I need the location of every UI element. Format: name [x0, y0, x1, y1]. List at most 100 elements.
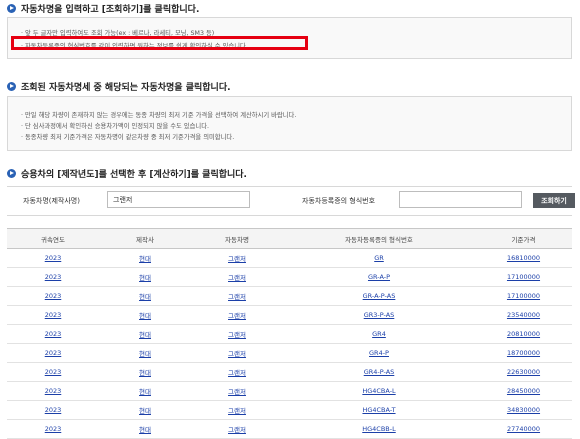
table-cell: GR4 — [283, 324, 475, 344]
car-name-link[interactable]: 그랜저 — [228, 426, 246, 434]
car-name-link[interactable]: 그랜저 — [228, 293, 246, 301]
table-cell: 현대 — [99, 419, 191, 439]
model-no-link[interactable]: HG4CBA-T — [362, 406, 395, 414]
table-row: 2023 현대 그랜저 GR4 20810000 — [7, 324, 572, 344]
col-header-model-no: 자동차등록증의 형식번호 — [283, 228, 475, 249]
col-header-maker: 제작사 — [99, 228, 191, 249]
price-link[interactable]: 22630000 — [507, 368, 540, 376]
year-link[interactable]: 2023 — [45, 273, 62, 281]
table-cell: 28450000 — [475, 381, 572, 401]
table-cell: GR4-P-AS — [283, 362, 475, 382]
section2-note-2: · 단 심사과정에서 확인하신 승용차가액이 인정되지 않을 수도 있습니다. — [21, 123, 210, 130]
model-no-link[interactable]: GR4-P-AS — [364, 368, 395, 376]
year-link[interactable]: 2023 — [45, 292, 62, 300]
price-link[interactable]: 28450000 — [507, 387, 540, 395]
circle-arrow-icon — [7, 4, 16, 13]
car-name-link[interactable]: 그랜저 — [228, 255, 246, 263]
year-link[interactable]: 2023 — [45, 425, 62, 433]
model-no-link[interactable]: HG4CBA-L — [362, 387, 395, 395]
car-name-link[interactable]: 그랜저 — [228, 369, 246, 377]
table-cell: 그랜저 — [191, 343, 283, 363]
price-link[interactable]: 17100000 — [507, 292, 540, 300]
table-cell: HG4CBA-L — [283, 381, 475, 401]
car-name-link[interactable]: 그랜저 — [228, 350, 246, 358]
year-link[interactable]: 2023 — [45, 254, 62, 262]
car-name-link[interactable]: 그랜저 — [228, 407, 246, 415]
table-cell: 17100000 — [475, 286, 572, 306]
model-no-link[interactable]: HG4CBB-L — [362, 425, 395, 433]
table-cell: 현대 — [99, 381, 191, 401]
price-link[interactable]: 34830000 — [507, 406, 540, 414]
table-cell: 그랜저 — [191, 400, 283, 420]
maker-link[interactable]: 현대 — [139, 274, 151, 282]
year-link[interactable]: 2023 — [45, 311, 62, 319]
maker-link[interactable]: 현대 — [139, 293, 151, 301]
section2-heading: 조회된 자동차명세 중 해당되는 자동차명을 클릭합니다. — [7, 80, 231, 93]
table-cell: 그랜저 — [191, 324, 283, 344]
maker-link[interactable]: 현대 — [139, 350, 151, 358]
car-name-link[interactable]: 그랜저 — [228, 274, 246, 282]
car-name-input[interactable] — [107, 191, 250, 208]
search-form: 자동차명(제작사명) 자동차등록증의 형식번호 조회하기 — [7, 186, 575, 216]
car-name-label: 자동차명(제작사명) — [23, 197, 80, 205]
year-link[interactable]: 2023 — [45, 349, 62, 357]
search-button[interactable]: 조회하기 — [533, 193, 575, 208]
maker-link[interactable]: 현대 — [139, 255, 151, 263]
table-cell: 그랜저 — [191, 248, 283, 268]
table-cell: 그랜저 — [191, 305, 283, 325]
section2-notes-box: · 만일 해당 차량이 존재하지 않는 경우에는 동종 차량의 최저 기준 가격… — [7, 96, 572, 151]
model-no-link[interactable]: GR — [374, 254, 384, 262]
maker-link[interactable]: 현대 — [139, 426, 151, 434]
section2-note-1: · 만일 해당 차량이 존재하지 않는 경우에는 동종 차량의 최저 기준 가격… — [21, 112, 297, 119]
table-cell: 2023 — [7, 305, 99, 325]
price-link[interactable]: 20810000 — [507, 330, 540, 338]
table-cell: GR-A-P — [283, 267, 475, 287]
table-row: 2023 현대 그랜저 GR4-P-AS 22630000 — [7, 362, 572, 382]
price-link[interactable]: 18700000 — [507, 349, 540, 357]
table-row: 2023 현대 그랜저 GR 16810000 — [7, 248, 572, 268]
model-no-input[interactable] — [399, 191, 522, 208]
maker-link[interactable]: 현대 — [139, 388, 151, 396]
year-link[interactable]: 2023 — [45, 368, 62, 376]
maker-link[interactable]: 현대 — [139, 331, 151, 339]
model-no-link[interactable]: GR-A-P — [368, 273, 390, 281]
maker-link[interactable]: 현대 — [139, 369, 151, 377]
table-cell: GR4-P — [283, 343, 475, 363]
table-cell: 2023 — [7, 248, 99, 268]
col-header-price: 기준가격 — [475, 228, 572, 249]
car-name-link[interactable]: 그랜저 — [228, 388, 246, 396]
table-cell: GR — [283, 248, 475, 268]
table-cell: 그랜저 — [191, 267, 283, 287]
table-cell: 2023 — [7, 400, 99, 420]
model-no-link[interactable]: GR4-P — [369, 349, 389, 357]
year-link[interactable]: 2023 — [45, 330, 62, 338]
table-row: 2023 현대 그랜저 HG4CBB-L 27740000 — [7, 419, 572, 439]
maker-link[interactable]: 현대 — [139, 407, 151, 415]
price-link[interactable]: 17100000 — [507, 273, 540, 281]
table-row: 2023 현대 그랜저 HG4CBA-T 34830000 — [7, 400, 572, 420]
section1-title: 자동차명을 입력하고 [조회하기]를 클릭합니다. — [21, 5, 200, 15]
table-cell: 2023 — [7, 419, 99, 439]
car-name-link[interactable]: 그랜저 — [228, 312, 246, 320]
table-cell: 22630000 — [475, 362, 572, 382]
maker-link[interactable]: 현대 — [139, 312, 151, 320]
col-header-year: 귀속연도 — [7, 228, 99, 249]
table-cell: 2023 — [7, 362, 99, 382]
model-no-link[interactable]: GR4 — [372, 330, 386, 338]
price-link[interactable]: 23540000 — [507, 311, 540, 319]
table-row: 2023 현대 그랜저 GR4-P 18700000 — [7, 343, 572, 363]
results-table: 귀속연도 제작사 자동차명 자동차등록증의 형식번호 기준가격 2023 현대 그랜… — [7, 228, 572, 439]
table-cell: 현대 — [99, 248, 191, 268]
table-cell: 2023 — [7, 324, 99, 344]
model-no-link[interactable]: GR-A-P-AS — [363, 292, 396, 300]
table-body: 2023 현대 그랜저 GR 16810000 2023 현대 그랜저 GR-A-P 171000… — [7, 248, 572, 439]
price-link[interactable]: 16810000 — [507, 254, 540, 262]
year-link[interactable]: 2023 — [45, 406, 62, 414]
table-cell: 현대 — [99, 400, 191, 420]
year-link[interactable]: 2023 — [45, 387, 62, 395]
car-name-link[interactable]: 그랜저 — [228, 331, 246, 339]
table-cell: 그랜저 — [191, 381, 283, 401]
price-link[interactable]: 27740000 — [507, 425, 540, 433]
table-cell: 18700000 — [475, 343, 572, 363]
model-no-link[interactable]: GR3-P-AS — [364, 311, 395, 319]
